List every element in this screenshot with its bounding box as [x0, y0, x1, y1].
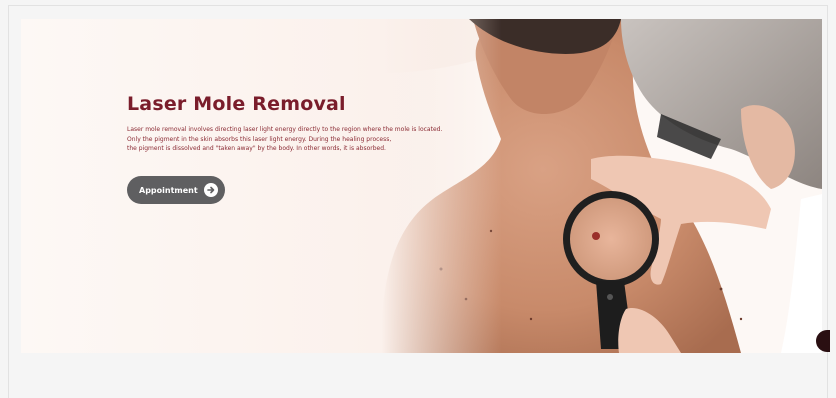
hero-description-line: the pigment is dissolved and "taken away…	[127, 145, 386, 152]
arrow-right-circle-icon	[203, 183, 218, 197]
hero-banner: Laser Mole Removal Laser mole removal in…	[21, 19, 822, 353]
hero-description-line: Only the pigment in the skin absorbs thi…	[127, 135, 392, 143]
appointment-button-label: Appointment	[139, 185, 198, 195]
hero-description: Laser mole removal involves directing la…	[127, 125, 487, 154]
hero-content: Laser Mole Removal Laser mole removal in…	[127, 91, 507, 154]
appointment-button[interactable]: Appointment	[127, 176, 225, 204]
hero-description-line: Laser mole removal involves directing la…	[127, 126, 443, 133]
hero-title: Laser Mole Removal	[127, 93, 346, 115]
